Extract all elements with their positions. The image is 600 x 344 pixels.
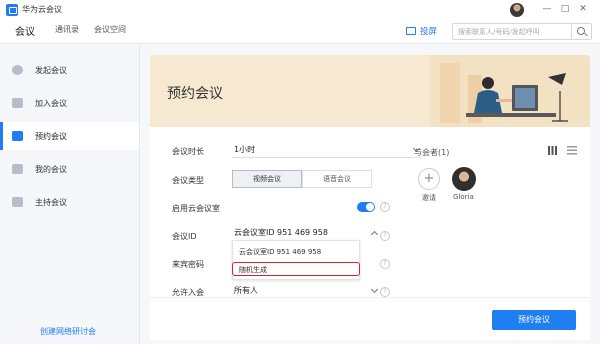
cast-icon — [406, 27, 416, 35]
help-icon[interactable]: ? — [380, 259, 390, 269]
meeting-id-select[interactable]: 云会议室ID 951 469 958 — [232, 227, 380, 241]
meeting-type-label: 会议类型 — [172, 176, 204, 185]
video-meeting-option[interactable]: 视频会议 — [232, 170, 302, 188]
app-logo-icon — [6, 4, 18, 16]
schedule-submit-button[interactable]: 预约会议 — [492, 310, 576, 330]
page-title: 预约会议 — [167, 86, 223, 102]
sidebar: 发起会议 加入会议 预约会议 我的会议 主持会议 创建网络研讨会 — [0, 45, 140, 344]
duration-value: 1小时 — [234, 145, 256, 154]
top-nav: 会议 通讯录 会议空间 投屏 — [0, 20, 600, 44]
sidebar-item-schedule-meeting[interactable]: 预约会议 — [0, 122, 139, 150]
chevron-down-icon — [370, 285, 379, 294]
grid-view-icon[interactable] — [548, 146, 557, 155]
audio-meeting-option[interactable]: 语音会议 — [302, 170, 372, 188]
list-view-icon[interactable] — [567, 146, 577, 155]
chevron-up-icon — [370, 230, 379, 239]
sidebar-item-join-meeting[interactable]: 加入会议 — [0, 89, 139, 117]
invite-button[interactable]: + — [418, 168, 440, 190]
join-icon — [12, 98, 23, 108]
duration-select[interactable]: 1小时 — [232, 144, 422, 158]
search-icon[interactable] — [571, 24, 591, 39]
meeting-id-label: 会议ID — [172, 232, 197, 241]
highlight-box — [232, 262, 360, 276]
cast-label: 投屏 — [420, 27, 438, 37]
meeting-id-value: 云会议室ID 951 469 958 — [234, 228, 328, 237]
guest-password-label: 来宾密码 — [172, 260, 204, 269]
duration-label: 会议时长 — [172, 147, 204, 156]
help-icon[interactable]: ? — [380, 287, 390, 297]
cloud-room-toggle[interactable] — [357, 202, 375, 212]
dropdown-option-cloud-room[interactable]: 云会议室ID 951 469 958 — [239, 247, 321, 257]
create-webinar-link[interactable]: 创建网络研讨会 — [40, 326, 96, 337]
minimize-icon[interactable]: — — [540, 2, 554, 16]
phone-icon — [12, 65, 23, 75]
attendees-title: 与会者(1) — [414, 148, 450, 157]
sidebar-item-my-meetings[interactable]: 我的会议 — [0, 155, 139, 183]
invite-label: 邀请 — [422, 194, 436, 202]
tab-meeting-space[interactable]: 会议空间 — [94, 24, 126, 35]
sidebar-item-label: 主持会议 — [35, 198, 67, 207]
search-box — [452, 23, 592, 40]
sidebar-item-label: 我的会议 — [35, 165, 67, 174]
cast-button[interactable]: 投屏 — [406, 25, 437, 37]
banner-illustration — [430, 55, 590, 127]
sidebar-item-label: 加入会议 — [35, 99, 67, 108]
app-window: 华为云会议 — □ ✕ 会议 通讯录 会议空间 投屏 发起会议 加入会议 预约会… — [0, 0, 600, 344]
allow-join-value: 所有人 — [234, 286, 258, 295]
attendee-name: Gloria — [453, 193, 474, 201]
help-icon[interactable]: ? — [380, 231, 390, 241]
help-icon[interactable]: ? — [380, 202, 390, 212]
host-icon — [12, 197, 23, 207]
tab-contacts[interactable]: 通讯录 — [55, 24, 79, 35]
sidebar-item-label: 发起会议 — [35, 66, 67, 75]
sidebar-item-start-meeting[interactable]: 发起会议 — [0, 56, 139, 84]
maximize-icon[interactable]: □ — [558, 2, 572, 16]
app-title: 华为云会议 — [22, 5, 62, 14]
search-input[interactable] — [453, 24, 571, 39]
list-icon — [12, 164, 23, 174]
title-bar: 华为云会议 — □ ✕ — [0, 0, 600, 20]
attendee-avatar[interactable] — [452, 167, 476, 191]
tab-meeting[interactable]: 会议 — [15, 23, 35, 38]
cloud-room-label: 启用云会议室 — [172, 204, 220, 213]
calendar-icon — [12, 131, 23, 141]
user-avatar[interactable] — [510, 3, 524, 17]
banner: 预约会议 — [150, 55, 590, 127]
schedule-panel: 预约会议 会议时长 1小时 会议类型 视频会议 语音会议 启用云会议室 ? 会议… — [150, 55, 590, 340]
sidebar-item-host-meeting[interactable]: 主持会议 — [0, 188, 139, 216]
sidebar-item-label: 预约会议 — [35, 132, 67, 141]
close-icon[interactable]: ✕ — [576, 2, 590, 16]
